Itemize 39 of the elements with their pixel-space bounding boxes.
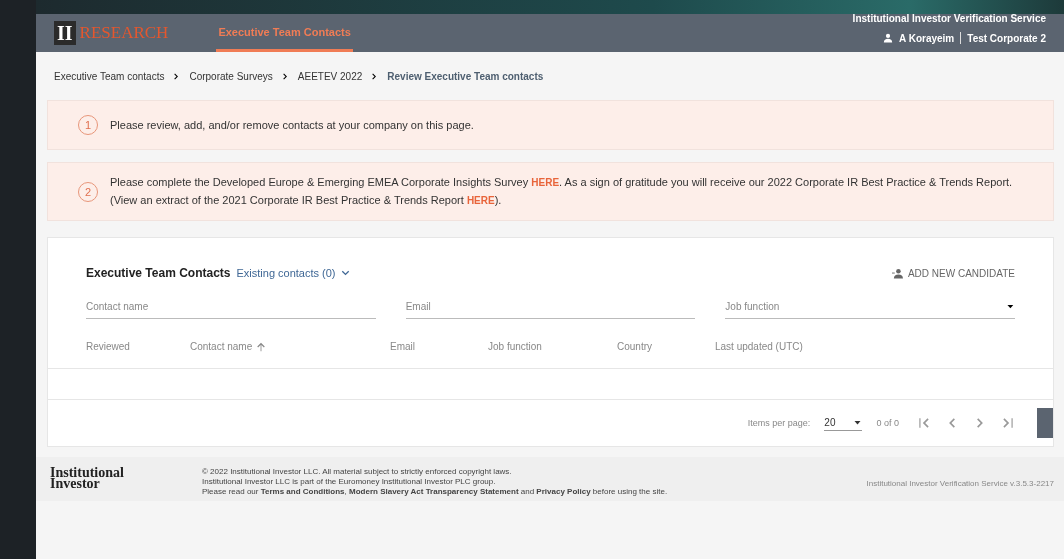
legal-text: Institutional Investor LLC is part of the Euromoney Institutional Investor PLC group.: [202, 477, 497, 487]
notice-text: Please complete the Developed Europe & Emerging EMEA Corporate Insights Survey HERE. As a sign of gratitude you will receive our 2022 Corporate IR Best Practice & Trends Report.: [110, 175, 1013, 190]
legal-text: © 2022 Institutional Investor LLC. All material subject to strictly enforced copyright laws.: [202, 467, 513, 477]
breadcrumb-link[interactable]: Review Executive Team contacts: [387, 70, 544, 82]
breadcrumb-link[interactable]: Corporate Surveys: [189, 70, 273, 82]
column-header[interactable]: Email: [390, 341, 488, 352]
filter-field[interactable]: Email: [405, 300, 696, 312]
page-range: 0 of 0: [876, 418, 899, 428]
job-function-select[interactable]: Job function: [725, 300, 1007, 312]
notice-text: (View an extract of the 2021 Corporate IR Best Practice & Trends Report HERE).: [110, 193, 503, 208]
service-title: Institutional Investor Verification Service: [852, 14, 1046, 24]
notice-text: Please review, add, and/or remove contacts at your company on this page.: [110, 117, 474, 133]
dropdown-icon: [853, 418, 863, 427]
footer-logo-text: Investor: [50, 478, 100, 489]
user-name: A Korayeim: [899, 32, 955, 44]
legal-text: Please read our Terms and Conditions, Modern Slavery Act Transparency Statement and Privacy Policy before using the site.: [202, 487, 668, 497]
items-per-page-label: Items per page:: [747, 418, 811, 428]
logo-text: RESEARCH: [79, 23, 169, 43]
card-title: Executive Team Contacts: [86, 266, 231, 280]
column-header[interactable]: Country: [617, 341, 715, 352]
breadcrumb-link[interactable]: AEETEV 2022: [297, 70, 363, 82]
filter-field[interactable]: Contact name: [86, 300, 376, 312]
last-page-icon: [1001, 416, 1015, 430]
version-text: Institutional Investor Verification Service v.3.5.3-2217: [866, 478, 1054, 488]
column-header[interactable]: Last updated (UTC): [715, 341, 865, 352]
page-size-select[interactable]: 20: [824, 415, 863, 431]
column-header[interactable]: Reviewed: [86, 341, 190, 352]
account-name: Test Corporate 2: [967, 32, 1046, 44]
add-person-icon: [890, 267, 904, 279]
logo-mark: II: [54, 21, 76, 45]
first-page-icon: [917, 416, 931, 430]
column-header[interactable]: Contact name: [190, 341, 390, 352]
breadcrumb-link[interactable]: Executive Team contacts: [54, 70, 165, 82]
footer-logo-text: Institutional: [50, 467, 125, 478]
column-header[interactable]: Job function: [488, 341, 617, 352]
here-link[interactable]: HERE: [466, 195, 495, 206]
person-icon: [883, 33, 894, 43]
add-candidate-button[interactable]: ADD NEW CANDIDATE: [890, 267, 1015, 279]
existing-contacts-dropdown[interactable]: Existing contacts (0): [236, 267, 351, 279]
